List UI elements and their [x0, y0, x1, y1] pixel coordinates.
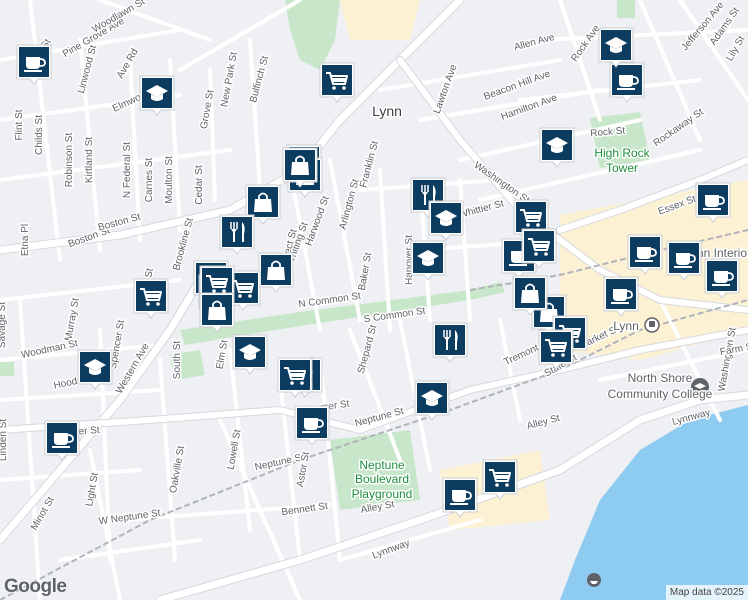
marker-school[interactable]	[232, 334, 268, 375]
ferry-icon[interactable]	[587, 573, 601, 587]
marker-cafe[interactable]	[627, 234, 663, 275]
place-label: Lynn	[372, 103, 402, 119]
street-label: Kirtland St	[84, 137, 95, 183]
street-label: South St	[172, 341, 183, 380]
street-label: Etna Pl	[20, 224, 31, 256]
small-park-2	[0, 362, 14, 376]
map-attribution[interactable]: Map data ©2025	[665, 585, 748, 600]
marker-school[interactable]	[428, 200, 464, 241]
marker-store[interactable]	[199, 292, 235, 333]
marker-grocery[interactable]	[277, 357, 313, 398]
marker-cafe[interactable]	[603, 276, 639, 317]
marker-grocery[interactable]	[521, 228, 557, 269]
place-label: Community College	[608, 387, 713, 401]
marker-cafe[interactable]	[609, 62, 645, 103]
marker-grocery[interactable]	[482, 459, 518, 500]
google-logo: Google	[4, 576, 67, 597]
street-label: Savage St	[0, 302, 8, 348]
marker-cafe[interactable]	[16, 44, 52, 85]
map-canvas[interactable]: Pine Grove AveWoodlawn StClinton StLinwo…	[0, 0, 748, 600]
street-label: N Federal St	[122, 142, 133, 198]
marker-cafe[interactable]	[294, 405, 330, 446]
marker-school[interactable]	[77, 349, 113, 390]
place-label: Lynn	[613, 319, 639, 333]
marker-school[interactable]	[539, 127, 575, 168]
marker-cafe[interactable]	[704, 258, 740, 299]
place-label: nn Interio	[697, 246, 747, 260]
marker-store[interactable]	[282, 147, 318, 188]
marker-school[interactable]	[598, 27, 634, 68]
marker-school[interactable]	[414, 380, 450, 421]
marker-school[interactable]	[139, 75, 175, 116]
marker-cafe[interactable]	[442, 477, 478, 518]
downtown-area-3	[340, 0, 420, 40]
street-label: Robinson St	[64, 133, 75, 188]
marker-cafe[interactable]	[695, 182, 731, 223]
street-label: Carnes St	[144, 158, 155, 203]
marker-grocery[interactable]	[133, 278, 169, 319]
street-label: Linden St	[0, 419, 9, 461]
place-label: Neptune	[359, 458, 405, 472]
place-label: High Rock	[594, 146, 650, 160]
marker-restaurant[interactable]	[432, 322, 468, 363]
marker-school[interactable]	[410, 240, 446, 281]
marker-grocery[interactable]	[319, 62, 355, 103]
station-icon[interactable]	[644, 317, 660, 333]
marker-cafe[interactable]	[44, 420, 80, 461]
marker-grocery[interactable]	[538, 329, 574, 370]
place-label: North Shore	[628, 371, 693, 385]
place-label: Playground	[352, 487, 413, 501]
place-label: Boulevard	[355, 472, 409, 486]
street-label: Cedar St	[194, 165, 205, 205]
marker-store[interactable]	[258, 252, 294, 293]
marker-store[interactable]	[512, 275, 548, 316]
place-label: Tower	[606, 161, 638, 175]
marker-cafe[interactable]	[666, 240, 702, 281]
street-label: Moulton St	[164, 156, 175, 204]
street-label: Childs St	[34, 115, 45, 155]
street-label: Flint St	[14, 109, 25, 140]
marker-restaurant[interactable]	[219, 214, 255, 255]
small-park-3	[617, 0, 635, 18]
